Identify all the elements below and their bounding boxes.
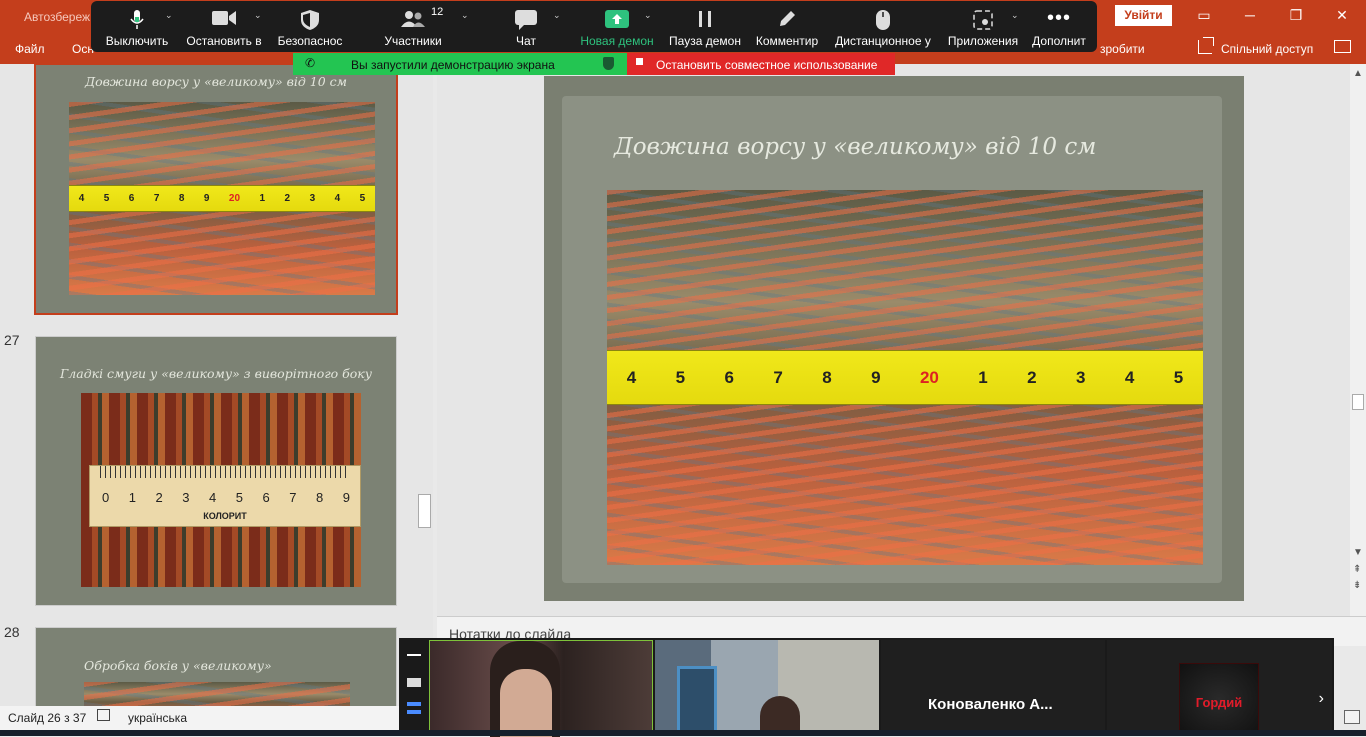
current-slide[interactable]: Довжина ворсу у «великому» від 10 см 456… [544,76,1244,601]
chevron-down-icon[interactable]: ⌄ [553,10,561,21]
participant-tile-3[interactable]: Коноваленко А... [881,640,1105,736]
apps-button[interactable]: ⌄ Приложения [943,1,1023,52]
pause-icon [698,10,712,31]
thumbnails-scrollbar[interactable] [417,64,433,706]
chevron-right-icon[interactable]: › [1319,690,1324,708]
chevron-down-icon[interactable]: ⌄ [1011,10,1019,21]
thumbnail-title: Обробка боків у «великому» [84,658,272,673]
scroll-thumb[interactable] [418,494,431,528]
shield-check-icon [603,57,614,70]
more-dots-icon: ••• [1046,7,1072,29]
tell-me-search[interactable]: зробити [1100,42,1145,56]
windows-taskbar [0,730,1366,736]
thumbnail-slide-27[interactable]: Гладкі смуги у «великому» з виворітного … [35,336,397,606]
strip-view-icon[interactable] [407,702,421,714]
measuring-tape: 4 5 6 7 8 9 20 1 2 3 4 5 [69,185,375,212]
participant-video-2[interactable] [655,640,879,736]
tab-file[interactable]: Файл [15,42,45,56]
apps-icon [973,10,993,33]
slide-number-27: 27 [4,332,20,348]
mouse-icon [876,10,890,33]
chat-button[interactable]: ⌄ Чат [491,1,561,52]
chat-bubble-icon [515,10,537,33]
drag-handle-icon[interactable]: ✆ [305,56,315,70]
close-icon[interactable]: ✕ [1319,0,1365,32]
pencil-icon [778,10,796,31]
slide-fur-photo[interactable]: 4 5 6 7 8 9 20 1 2 3 4 5 [607,190,1203,565]
chevron-down-icon[interactable]: ⌄ [254,10,262,21]
signin-button[interactable]: Увійти [1115,5,1172,26]
fur-photo: 4 5 6 7 8 9 20 1 2 3 4 5 [69,102,375,295]
fit-to-window-icon[interactable] [1344,710,1360,724]
participants-icon [400,10,426,31]
slide-number-28: 28 [4,624,20,640]
next-slide-icon[interactable]: ⇟ [1353,580,1361,591]
autosave-label[interactable]: Автозбереж [24,10,90,24]
thumbnail-title: Довжина ворсу у «великому» від 10 см [84,74,348,89]
chevron-down-icon[interactable]: ⌄ [461,10,469,21]
security-button[interactable]: Безопаснос [271,1,349,52]
editor-scrollbar[interactable]: ▲ ▼ ⇞ ⇟ [1350,64,1366,616]
ruler: 0123456789 КОЛОРИТ [89,465,361,527]
sharing-status-text: Вы запустили демонстрацию экрана [351,58,555,72]
pause-share-button[interactable]: Пауза демон [666,1,744,52]
slide-counter: Слайд 26 з 37 [8,711,87,725]
ruler-brand: КОЛОРИТ [203,511,247,521]
scroll-down-icon[interactable]: ▼ [1353,547,1363,558]
avatar-logo: Гордий [1179,663,1259,736]
share-screen-icon [605,10,629,31]
share-icon[interactable] [1198,37,1214,54]
chevron-down-icon[interactable]: ⌄ [165,10,173,21]
participant-name: Коноваленко А... [928,696,1053,713]
language-label[interactable]: українська [128,711,187,725]
remote-control-button[interactable]: Дистанционное у [831,1,935,52]
scroll-thumb[interactable] [1352,394,1364,410]
shield-icon [301,10,319,33]
new-share-button[interactable]: ⌄ Новая демон [576,1,658,52]
stop-video-button[interactable]: ⌄ Остановить в [182,1,266,52]
video-camera-icon [212,10,236,29]
share-button[interactable]: Спільний доступ [1221,42,1313,56]
thumbnail-slide-28[interactable]: Обробка боків у «великому» [35,627,397,706]
participant-tile-4[interactable]: Гордий › [1107,640,1332,736]
scroll-up-icon[interactable]: ▲ [1353,68,1363,79]
ribbon-display-icon[interactable]: ▭ [1181,0,1227,32]
annotate-button[interactable]: Комментир [751,1,823,52]
participant-video-1[interactable] [429,640,653,737]
microphone-icon [130,10,144,33]
restore-icon[interactable]: ❐ [1273,0,1319,32]
stop-share-button[interactable]: Остановить совместное использование [627,53,895,75]
minimize-gallery-icon[interactable] [407,654,421,656]
spellcheck-icon[interactable] [97,709,110,721]
previous-slide-icon[interactable]: ⇞ [1353,564,1361,575]
participants-button[interactable]: 12 ⌄ Участники [361,1,468,52]
status-bar: Слайд 26 з 37 українська [0,706,400,730]
stop-icon [636,58,643,65]
single-view-icon[interactable] [407,678,421,687]
more-button[interactable]: ••• Дополнит [1027,1,1091,52]
thumbnail-slide-26[interactable]: Довжина ворсу у «великому» від 10 см 456… [34,64,398,315]
measuring-tape: 4 5 6 7 8 9 20 1 2 3 4 5 [607,350,1203,405]
video-gallery: Коноваленко А... Гордий › [399,638,1334,737]
participants-count: 12 [431,6,444,18]
fur-photo [84,682,350,706]
woven-stripes-photo: 0123456789 КОЛОРИТ [81,393,361,587]
comments-icon[interactable] [1334,40,1351,53]
mute-button[interactable]: ⌄ Выключить [97,1,177,52]
thumbnail-title: Гладкі смуги у «великому» з виворітного … [60,366,372,381]
slide-thumbnails-pane: Довжина ворсу у «великому» від 10 см 456… [0,64,433,706]
sharing-banner[interactable]: ✆ Вы запустили демонстрацию экрана [293,53,627,75]
slide-title[interactable]: Довжина ворсу у «великому» від 10 см [614,134,1096,160]
zoom-toolbar: ⌄ Выключить ⌄ Остановить в Безопаснос 12… [91,1,1097,52]
chevron-down-icon[interactable]: ⌄ [644,10,652,21]
minimize-icon[interactable]: ─ [1227,0,1273,32]
